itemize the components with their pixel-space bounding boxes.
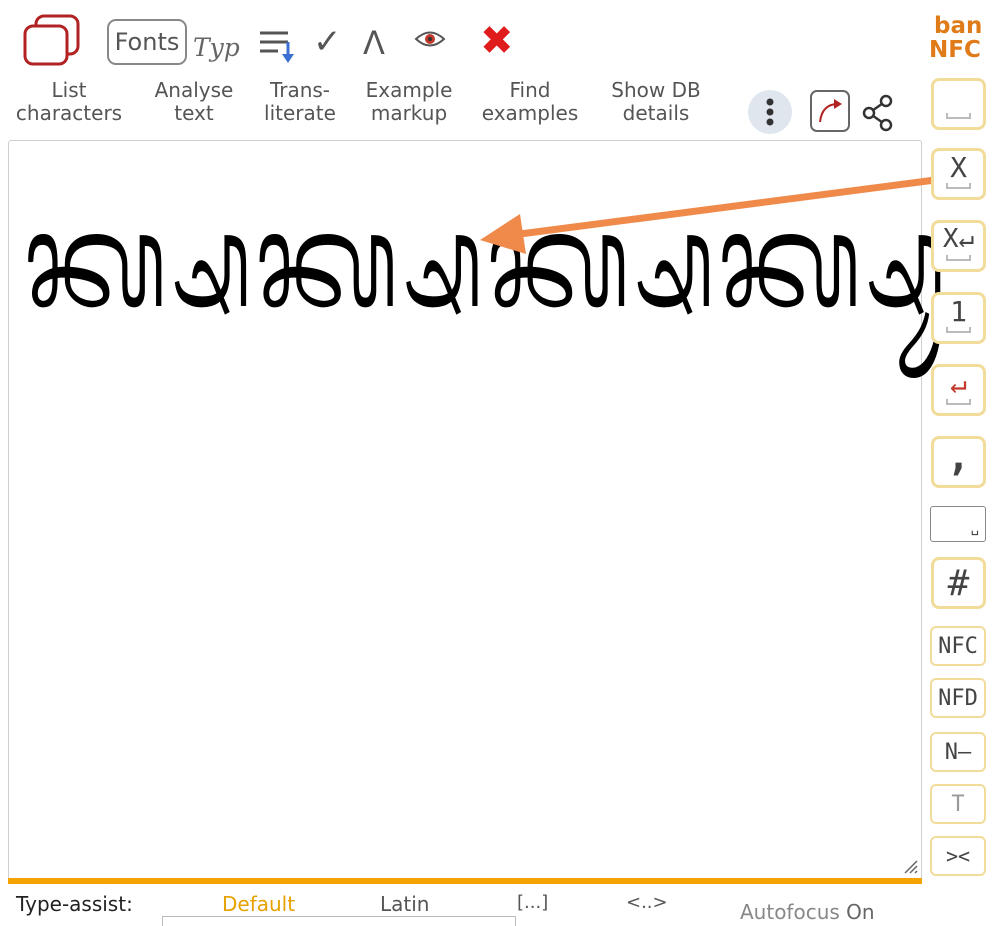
list-characters-icon[interactable] bbox=[22, 14, 82, 66]
t-button[interactable]: T bbox=[930, 784, 986, 824]
return-label: ↵ bbox=[950, 366, 967, 400]
nbsp-label: ␣ bbox=[970, 520, 979, 536]
hash-button[interactable]: # bbox=[931, 557, 986, 609]
type-assist-default[interactable]: Default bbox=[222, 892, 295, 916]
delete-return-button[interactable]: X↵ bbox=[931, 220, 986, 272]
return-button[interactable]: ↵ bbox=[931, 364, 986, 416]
n-minus-label: N– bbox=[944, 739, 972, 765]
space-glyph-icon bbox=[946, 327, 971, 333]
swap-button[interactable]: >< bbox=[930, 836, 986, 876]
fonts-label: Fonts bbox=[114, 28, 180, 56]
curved-arrow-icon bbox=[819, 99, 842, 123]
space-button[interactable] bbox=[931, 78, 986, 130]
type-assist-label: Type-assist: bbox=[16, 892, 133, 916]
type-assist-latin[interactable]: Latin bbox=[380, 892, 429, 916]
autofocus-text: Autofocus bbox=[740, 900, 840, 924]
comma-label: , bbox=[946, 434, 971, 480]
one-button[interactable]: 1 bbox=[931, 292, 986, 344]
list-characters-button[interactable]: List characters bbox=[10, 79, 128, 125]
close-icon[interactable]: ✖ bbox=[480, 18, 514, 64]
caret-icon[interactable]: Λ bbox=[363, 24, 385, 62]
nfc-label: NFC bbox=[938, 633, 978, 659]
show-db-details-button[interactable]: Show DB details bbox=[600, 79, 712, 125]
more-vertical-icon bbox=[766, 98, 774, 126]
space-glyph-icon bbox=[946, 113, 971, 119]
editor-accent-bar bbox=[8, 878, 922, 884]
script-tag-nfc[interactable]: NFC bbox=[929, 37, 981, 63]
annotation-arrow-icon bbox=[480, 176, 939, 254]
analyse-text-button[interactable]: Analyse text bbox=[146, 79, 242, 125]
sort-lines-icon[interactable] bbox=[258, 28, 296, 64]
space-glyph-icon bbox=[946, 183, 971, 189]
resize-handle-icon[interactable] bbox=[901, 857, 919, 875]
space-glyph-icon bbox=[946, 255, 971, 261]
nbsp-button[interactable]: ␣ bbox=[930, 506, 986, 542]
hash-label: # bbox=[947, 562, 970, 604]
n-minus-button[interactable]: N– bbox=[930, 732, 986, 772]
delete-label: X bbox=[950, 150, 967, 184]
example-markup-button[interactable]: Example markup bbox=[360, 79, 458, 125]
nfc-button[interactable]: NFC bbox=[930, 626, 986, 666]
type-assist-angles[interactable]: <..> bbox=[626, 892, 668, 913]
transliterate-button[interactable]: Trans- literate bbox=[258, 79, 342, 125]
fonts-button[interactable]: Fonts bbox=[107, 19, 187, 65]
eye-icon[interactable] bbox=[414, 28, 446, 50]
check-icon[interactable]: ✓ bbox=[313, 22, 342, 62]
more-options-button[interactable] bbox=[748, 90, 792, 134]
share-icon[interactable] bbox=[860, 94, 896, 132]
autofocus-label[interactable]: Autofocus On bbox=[740, 900, 875, 924]
one-label: 1 bbox=[950, 294, 967, 328]
swap-label: >< bbox=[945, 844, 971, 868]
space-glyph-icon bbox=[946, 399, 971, 405]
redirect-button[interactable] bbox=[810, 90, 850, 132]
nfd-button[interactable]: NFD bbox=[930, 678, 986, 718]
type-assist-brackets[interactable]: [...] bbox=[517, 892, 548, 913]
typ-label[interactable]: Typ bbox=[193, 33, 240, 62]
bottom-input[interactable] bbox=[162, 916, 516, 926]
delete-button[interactable]: X bbox=[931, 148, 986, 200]
comma-button[interactable]: , bbox=[931, 434, 986, 488]
find-examples-button[interactable]: Find examples bbox=[478, 79, 582, 125]
script-tag-ban[interactable]: ban bbox=[934, 13, 982, 39]
t-label: T bbox=[951, 791, 965, 817]
delete-return-label: X↵ bbox=[942, 224, 975, 254]
nfd-label: NFD bbox=[938, 685, 978, 711]
autofocus-state: On bbox=[846, 900, 875, 924]
